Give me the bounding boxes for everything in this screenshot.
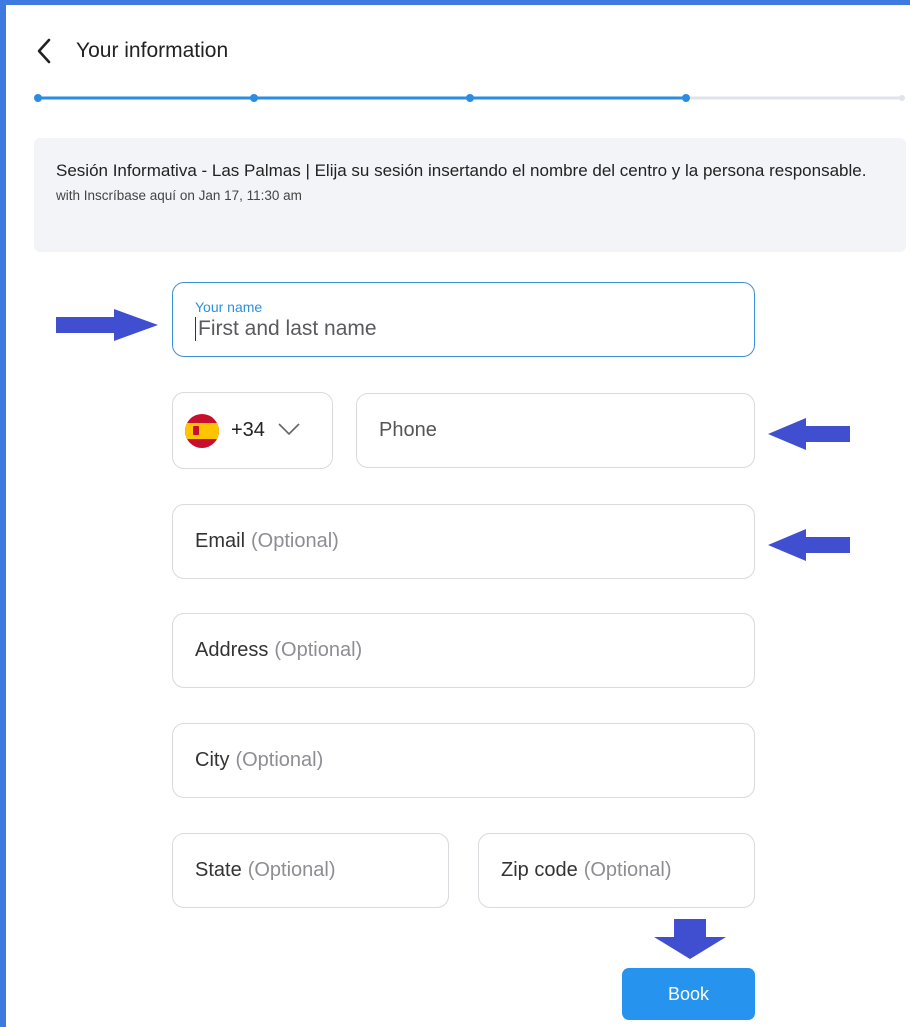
- booking-subtitle: with Inscríbase aquí on Jan 17, 11:30 am: [56, 188, 302, 203]
- city-label: City: [195, 749, 230, 771]
- name-field-label: Your name: [195, 298, 263, 315]
- country-code: +34: [231, 419, 265, 441]
- booking-info-card: Sesión Informativa - Las Palmas | Elija …: [34, 138, 906, 252]
- phone-placeholder: Phone: [379, 419, 437, 441]
- annotation-arrow-left-icon: [768, 529, 850, 561]
- progress-step-dot: [899, 95, 905, 101]
- back-chevron-icon[interactable]: [36, 33, 64, 69]
- state-label: State: [195, 859, 242, 881]
- annotation-arrow-right-icon: [56, 309, 158, 341]
- state-field[interactable]: State (Optional): [172, 833, 449, 908]
- annotation-arrow-down-icon: [654, 919, 726, 959]
- annotation-arrow-left-icon: [768, 418, 850, 450]
- booking-title: Sesión Informativa - Las Palmas | Elija …: [56, 161, 867, 180]
- email-field[interactable]: Email (Optional): [172, 504, 755, 579]
- chevron-down-icon: [277, 419, 301, 442]
- address-label: Address: [195, 639, 269, 661]
- progress-step-dot: [466, 94, 474, 102]
- spain-flag-icon: [185, 413, 219, 448]
- phone-field[interactable]: Phone: [356, 393, 755, 468]
- address-optional: (Optional): [274, 639, 363, 661]
- progress-step-dot: [34, 94, 42, 102]
- page-frame: Your information Sesión Informativa - La…: [0, 0, 910, 1027]
- state-optional: (Optional): [247, 859, 336, 881]
- zip-field[interactable]: Zip code (Optional): [478, 833, 755, 908]
- zip-optional: (Optional): [583, 859, 672, 881]
- email-optional: (Optional): [251, 530, 339, 552]
- progress-step-dot: [250, 94, 258, 102]
- email-label: Email: [195, 530, 246, 552]
- city-optional: (Optional): [235, 749, 324, 771]
- header: Your information: [36, 33, 228, 69]
- name-input-placeholder[interactable]: First and last name: [195, 316, 377, 341]
- step-progress-bar: [34, 91, 906, 103]
- city-field[interactable]: City (Optional): [172, 723, 755, 798]
- progress-step-dot: [682, 94, 690, 102]
- zip-label: Zip code: [501, 859, 578, 881]
- book-button[interactable]: Book: [622, 968, 755, 1020]
- page-title: Your information: [76, 39, 229, 62]
- address-field[interactable]: Address (Optional): [172, 613, 755, 688]
- country-code-select[interactable]: +34: [172, 392, 333, 469]
- name-field[interactable]: Your name First and last name: [172, 282, 755, 357]
